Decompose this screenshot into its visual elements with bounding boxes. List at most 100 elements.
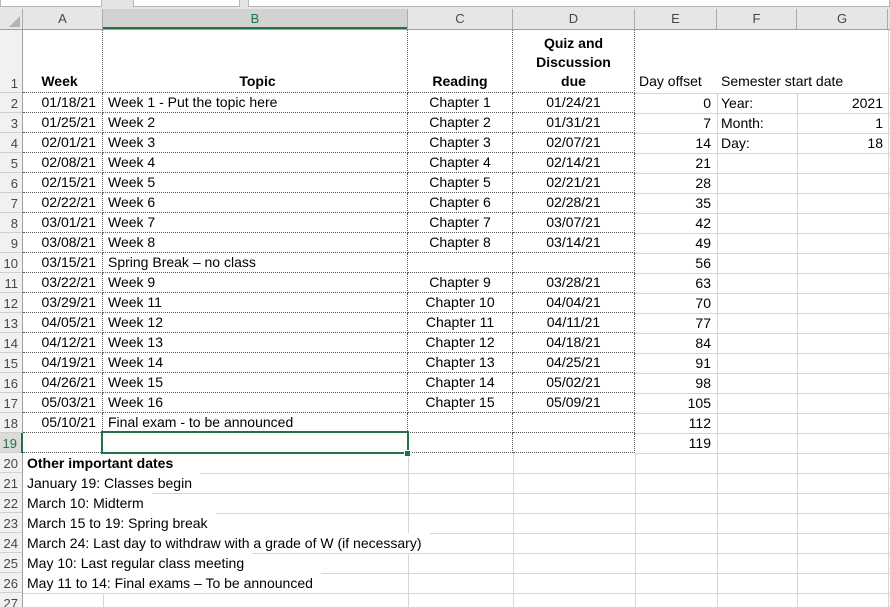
cell-B16[interactable]: Week 15 xyxy=(103,373,408,393)
cell-D12[interactable]: 04/04/21 xyxy=(513,293,635,313)
cell-A23[interactable]: March 15 to 19: Spring break xyxy=(23,513,216,533)
cell-E15[interactable]: 91 xyxy=(635,353,717,373)
row-header-6[interactable]: 6 xyxy=(0,173,22,193)
cell-A5[interactable]: 02/08/21 xyxy=(23,153,103,173)
cell-B11[interactable]: Week 9 xyxy=(103,273,408,293)
cell-B12[interactable]: Week 11 xyxy=(103,293,408,313)
cell-A6[interactable]: 02/15/21 xyxy=(23,173,103,193)
cell-D11[interactable]: 03/28/21 xyxy=(513,273,635,293)
cell-A15[interactable]: 04/19/21 xyxy=(23,353,103,373)
cell-A3[interactable]: 01/25/21 xyxy=(23,113,103,133)
row-header-8[interactable]: 8 xyxy=(0,213,22,233)
cell-B18[interactable]: Final exam - to be announced xyxy=(103,413,408,433)
cell-B4[interactable]: Week 3 xyxy=(103,133,408,153)
cell-E13[interactable]: 77 xyxy=(635,313,717,333)
cell-A18[interactable]: 05/10/21 xyxy=(23,413,103,433)
cell-E17[interactable]: 105 xyxy=(635,393,717,413)
cell-D15[interactable]: 04/25/21 xyxy=(513,353,635,373)
cell-B5[interactable]: Week 4 xyxy=(103,153,408,173)
cell-D8[interactable]: 03/07/21 xyxy=(513,213,635,233)
cell-A10[interactable]: 03/15/21 xyxy=(23,253,103,273)
cell-A12[interactable]: 03/29/21 xyxy=(23,293,103,313)
cell-C14[interactable]: Chapter 12 xyxy=(408,333,513,353)
cell-D10[interactable] xyxy=(513,253,635,273)
cell-D14[interactable]: 04/18/21 xyxy=(513,333,635,353)
cell-C13[interactable]: Chapter 11 xyxy=(408,313,513,333)
cell-A8[interactable]: 03/01/21 xyxy=(23,213,103,233)
row-header-9[interactable]: 9 xyxy=(0,233,22,253)
cell-C6[interactable]: Chapter 5 xyxy=(408,173,513,193)
cell-D9[interactable]: 03/14/21 xyxy=(513,233,635,253)
cell-C2[interactable]: Chapter 1 xyxy=(408,93,513,113)
row-header-1[interactable]: 1 xyxy=(0,30,22,93)
cell-B2[interactable]: Week 1 - Put the topic here xyxy=(103,93,408,113)
cell-E6[interactable]: 28 xyxy=(635,173,717,193)
cell-D1[interactable]: Quiz and Discussion due xyxy=(513,30,635,93)
cell-E7[interactable]: 35 xyxy=(635,193,717,213)
cell-C1[interactable]: Reading xyxy=(408,30,513,93)
cell-E5[interactable]: 21 xyxy=(635,153,717,173)
row-header-3[interactable]: 3 xyxy=(0,113,22,133)
column-header-E[interactable]: E xyxy=(635,9,717,29)
cell-E16[interactable]: 98 xyxy=(635,373,717,393)
cell-A20[interactable]: Other important dates xyxy=(23,453,181,473)
cell-C17[interactable]: Chapter 15 xyxy=(408,393,513,413)
row-header-17[interactable]: 17 xyxy=(0,393,22,413)
cell-F3[interactable]: Month: xyxy=(717,113,797,133)
row-header-24[interactable]: 24 xyxy=(0,533,22,553)
row-header-22[interactable]: 22 xyxy=(0,493,22,513)
cell-A9[interactable]: 03/08/21 xyxy=(23,233,103,253)
cell-B1[interactable]: Topic xyxy=(103,30,408,93)
cell-D2[interactable]: 01/24/21 xyxy=(513,93,635,113)
cell-E10[interactable]: 56 xyxy=(635,253,717,273)
cell-E1[interactable]: Day offset xyxy=(635,30,717,93)
row-header-2[interactable]: 2 xyxy=(0,93,22,113)
cell-D17[interactable]: 05/09/21 xyxy=(513,393,635,413)
cell-A25[interactable]: May 10: Last regular class meeting xyxy=(23,553,252,573)
cell-B9[interactable]: Week 8 xyxy=(103,233,408,253)
cell-E19[interactable]: 119 xyxy=(635,433,717,453)
row-header-12[interactable]: 12 xyxy=(0,293,22,313)
cell-A1[interactable]: Week xyxy=(23,30,103,93)
cell-B6[interactable]: Week 5 xyxy=(103,173,408,193)
column-header-A[interactable]: A xyxy=(23,9,103,29)
cell-E3[interactable]: 7 xyxy=(635,113,717,133)
cell-G4[interactable]: 18 xyxy=(797,133,888,153)
cell-C9[interactable]: Chapter 8 xyxy=(408,233,513,253)
cell-C3[interactable]: Chapter 2 xyxy=(408,113,513,133)
column-header-F[interactable]: F xyxy=(717,9,797,29)
cell-B15[interactable]: Week 14 xyxy=(103,353,408,373)
column-header-C[interactable]: C xyxy=(408,9,513,29)
cell-D19[interactable] xyxy=(513,433,635,453)
cell-E14[interactable]: 84 xyxy=(635,333,717,353)
cell-A24[interactable]: March 24: Last day to withdraw with a gr… xyxy=(23,533,430,553)
row-header-27[interactable]: 27 xyxy=(0,593,22,607)
cell-A2[interactable]: 01/18/21 xyxy=(23,93,103,113)
row-header-13[interactable]: 13 xyxy=(0,313,22,333)
formula-bar-input[interactable] xyxy=(248,0,890,7)
cell-B13[interactable]: Week 12 xyxy=(103,313,408,333)
cell-F4[interactable]: Day: xyxy=(717,133,797,153)
cell-C12[interactable]: Chapter 10 xyxy=(408,293,513,313)
fx-insert-function-area[interactable] xyxy=(133,0,240,7)
cell-E8[interactable]: 42 xyxy=(635,213,717,233)
cell-C8[interactable]: Chapter 7 xyxy=(408,213,513,233)
cell-C10[interactable] xyxy=(408,253,513,273)
row-header-5[interactable]: 5 xyxy=(0,153,22,173)
select-all-corner[interactable] xyxy=(0,9,23,29)
cell-C5[interactable]: Chapter 4 xyxy=(408,153,513,173)
row-header-14[interactable]: 14 xyxy=(0,333,22,353)
fill-handle[interactable] xyxy=(404,450,411,457)
column-header-B[interactable]: B xyxy=(103,9,408,29)
cell-G3[interactable]: 1 xyxy=(797,113,888,133)
cell-C11[interactable]: Chapter 9 xyxy=(408,273,513,293)
row-header-11[interactable]: 11 xyxy=(0,273,22,293)
name-box[interactable] xyxy=(0,0,102,7)
cell-C19[interactable] xyxy=(408,433,513,453)
row-header-19[interactable]: 19 xyxy=(0,433,23,453)
cell-B17[interactable]: Week 16 xyxy=(103,393,408,413)
cell-A11[interactable]: 03/22/21 xyxy=(23,273,103,293)
cell-A21[interactable]: January 19: Classes begin xyxy=(23,473,200,493)
cell-C7[interactable]: Chapter 6 xyxy=(408,193,513,213)
row-header-16[interactable]: 16 xyxy=(0,373,22,393)
